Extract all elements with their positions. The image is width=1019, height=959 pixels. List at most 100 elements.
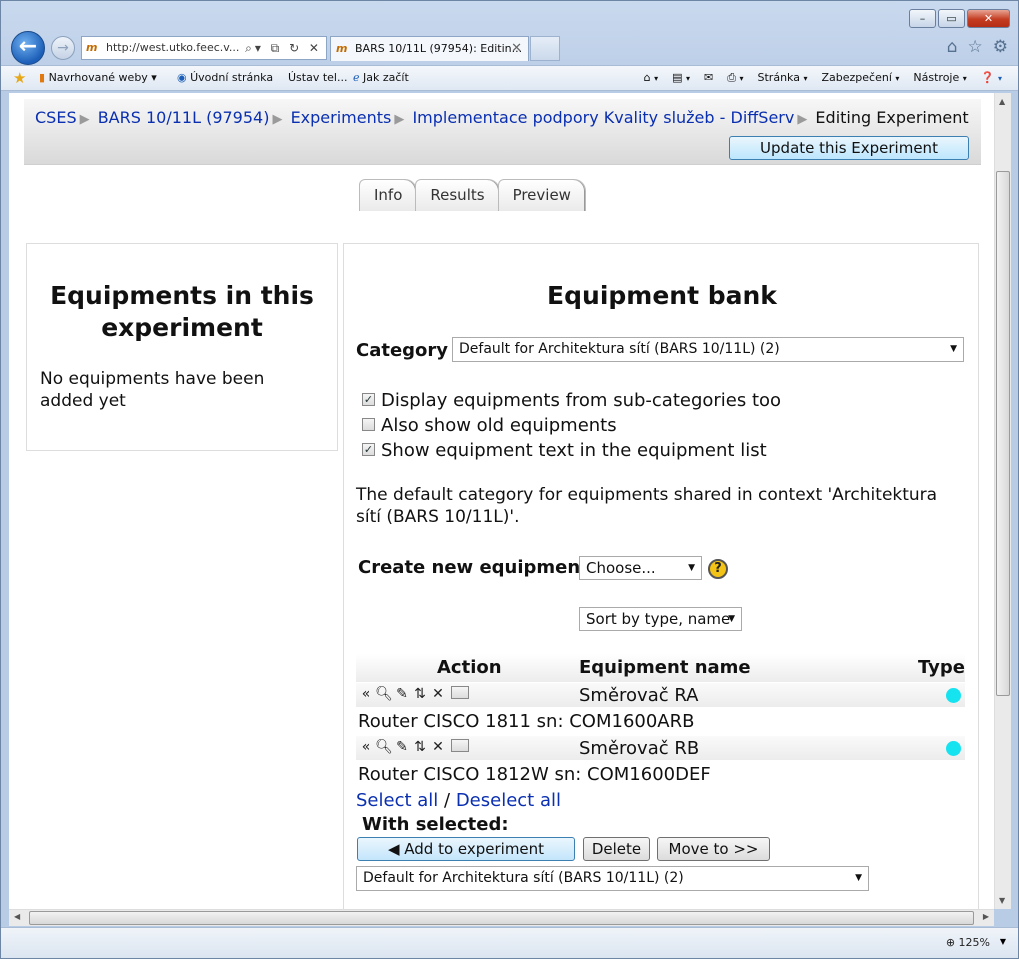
edit-icon[interactable]: ✎: [393, 739, 411, 755]
new-tab-button[interactable]: [530, 36, 560, 61]
selection-links: Select all / Deselect all: [356, 790, 561, 811]
maximize-button[interactable]: ▭: [938, 9, 965, 28]
subcategories-checkbox[interactable]: ✓: [362, 392, 375, 406]
window-controls: – ▭ ✕: [907, 9, 1010, 28]
zoom-level[interactable]: ⊕ 125%: [946, 936, 990, 949]
feeds-icon[interactable]: ▤ ▾: [672, 71, 690, 85]
fav-suggested-sites[interactable]: ▮ Navrhované weby ▾: [39, 71, 157, 84]
experiment-equipments-title: Equipments in this experiment: [50, 281, 314, 342]
fav-home-page[interactable]: ◉ Úvodní stránka: [177, 71, 273, 84]
chevron-down-icon[interactable]: ▼: [1000, 937, 1006, 946]
menu-safety[interactable]: Zabezpečení ▾: [821, 71, 899, 85]
breadcrumb-experiments[interactable]: Experiments: [291, 108, 392, 127]
help-icon[interactable]: ?: [708, 559, 728, 579]
add-to-experiment-icon[interactable]: «: [357, 686, 375, 702]
scroll-down-icon: ▼: [999, 896, 1006, 905]
chevron-down-icon: ▼: [950, 344, 957, 354]
create-equipment-select[interactable]: Choose... ▼: [579, 556, 702, 580]
select-all-link[interactable]: Select all: [356, 790, 438, 811]
horizontal-scrollbar[interactable]: ◀ ▶: [9, 909, 994, 926]
move-to-button[interactable]: Move to >>: [657, 837, 770, 861]
close-window-button[interactable]: ✕: [967, 9, 1010, 28]
tab-title: BARS 10/11L (97954): Editin...: [355, 42, 523, 55]
print-icon[interactable]: ⎙ ▾: [727, 71, 743, 85]
category-select[interactable]: Default for Architektura sítí (BARS 10/1…: [452, 337, 964, 362]
delete-icon[interactable]: ✕: [429, 739, 447, 755]
breadcrumb-course[interactable]: BARS 10/11L (97954): [98, 108, 270, 127]
move-icon[interactable]: ⇅: [411, 686, 429, 702]
type-indicator: [946, 741, 961, 756]
command-bar: ★ ▮ Navrhované weby ▾ ◉ Úvodní stránka Ú…: [1, 65, 1018, 91]
column-action: Action: [437, 657, 502, 678]
link-separator: /: [438, 790, 456, 811]
browser-tab-active[interactable]: m BARS 10/11L (97954): Editin... ✕: [330, 36, 529, 61]
breadcrumb: CSES ▶ BARS 10/11L (97954) ▶ Experiments ▶ …: [35, 108, 969, 127]
column-type: Type: [918, 657, 965, 678]
tab-results[interactable]: Results: [415, 179, 500, 211]
update-experiment-button[interactable]: Update this Experiment: [729, 136, 969, 160]
preview-icon[interactable]: 🔍︎: [375, 739, 393, 755]
preview-icon[interactable]: 🔍︎: [375, 686, 393, 702]
breadcrumb-current: Editing Experiment: [815, 108, 969, 127]
menu-page[interactable]: Stránka ▾: [758, 71, 808, 85]
equipment-text: Router CISCO 1812W sn: COM1600DEF: [358, 764, 711, 785]
home-icon[interactable]: ⌂: [947, 37, 958, 57]
fav-ustav[interactable]: Ústav tel...: [288, 71, 347, 84]
create-equipment-label: Create new equipment: [358, 557, 589, 578]
no-equipments-text: No equipments have been added yet: [40, 369, 265, 411]
vertical-scrollbar[interactable]: ▲ ▼: [994, 93, 1011, 909]
scroll-right-icon: ▶: [982, 912, 989, 921]
back-button[interactable]: ←: [11, 31, 45, 65]
tab-close-icon[interactable]: ✕: [511, 37, 522, 61]
edit-icon[interactable]: ✎: [393, 686, 411, 702]
page-viewport: CSES ▶ BARS 10/11L (97954) ▶ Experiments ▶ …: [9, 93, 994, 909]
row-actions: «🔍︎ ✎ ⇅ ✕: [357, 685, 475, 702]
deselect-all-link[interactable]: Deselect all: [456, 790, 561, 811]
tab-preview[interactable]: Preview: [497, 179, 586, 211]
fav-getting-started[interactable]: ℯ Jak začít: [353, 71, 409, 84]
delete-icon[interactable]: ✕: [429, 686, 447, 702]
delete-button[interactable]: Delete: [583, 837, 650, 861]
option-subcategories[interactable]: ✓ Display equipments from sub-categories …: [362, 390, 781, 411]
address-actions[interactable]: ⌕▾ ⧉ ↻ ✕: [245, 37, 322, 59]
equipment-bank-panel: Equipment bank Category Default for Arch…: [343, 243, 979, 909]
option-show-text[interactable]: ✓ Show equipment text in the equipment li…: [362, 440, 767, 461]
experiment-equipments-panel: Equipments in this experiment No equipme…: [26, 243, 338, 451]
row-select-checkbox[interactable]: [451, 685, 469, 699]
scroll-up-icon: ▲: [999, 97, 1006, 106]
command-menu: ⌂ ▾ ▤ ▾ ✉ ⎙ ▾ Stránka ▾ Zabezpečení ▾ Ná…: [644, 71, 1002, 85]
with-selected-label: With selected:: [362, 814, 509, 835]
settings-gear-icon[interactable]: ⚙: [993, 37, 1008, 57]
tab-info[interactable]: Info: [359, 179, 418, 211]
favorites-star-icon[interactable]: ☆: [968, 37, 983, 57]
home-menu-icon[interactable]: ⌂ ▾: [644, 71, 659, 85]
vertical-scroll-thumb[interactable]: [996, 171, 1010, 696]
site-favicon-icon: m: [86, 41, 98, 54]
help-menu-icon[interactable]: ❓ ▾: [981, 71, 1002, 85]
browser-toolbar-icons: ⌂ ☆ ⚙: [947, 37, 1008, 57]
option-old-equipments[interactable]: Also show old equipments: [362, 415, 617, 436]
category-description: The default category for equipments shar…: [356, 485, 938, 527]
equipment-name: Směrovač RA: [579, 685, 699, 706]
move-target-select[interactable]: Default for Architektura sítí (BARS 10/1…: [356, 866, 869, 891]
forward-button[interactable]: →: [51, 36, 75, 60]
add-to-experiment-icon[interactable]: «: [357, 739, 375, 755]
page-header: CSES ▶ BARS 10/11L (97954) ▶ Experiments ▶ …: [24, 99, 981, 165]
row-select-checkbox[interactable]: [451, 738, 469, 752]
menu-tools[interactable]: Nástroje ▾: [913, 71, 966, 85]
minimize-button[interactable]: –: [909, 9, 936, 28]
mail-icon[interactable]: ✉: [704, 71, 713, 85]
status-bar: ⊕ 125% ▼: [1, 927, 1018, 958]
zoom-icon: ⊕: [945, 936, 956, 949]
show-text-checkbox[interactable]: ✓: [362, 442, 375, 456]
favorites-icon[interactable]: ★: [13, 69, 26, 87]
horizontal-scroll-thumb[interactable]: [29, 911, 974, 925]
sort-select[interactable]: Sort by type, name ▼: [579, 607, 742, 631]
breadcrumb-experiment[interactable]: Implementace podpory Kvality služeb - Di…: [412, 108, 794, 127]
move-icon[interactable]: ⇅: [411, 739, 429, 755]
old-equipments-checkbox[interactable]: [362, 417, 375, 431]
breadcrumb-cses[interactable]: CSES: [35, 108, 77, 127]
address-bar[interactable]: m http://west.utko.feec.v... ⌕▾ ⧉ ↻ ✕: [81, 36, 327, 60]
chevron-down-icon: ▼: [855, 873, 862, 883]
add-to-experiment-button[interactable]: ◀ Add to experiment: [357, 837, 575, 861]
